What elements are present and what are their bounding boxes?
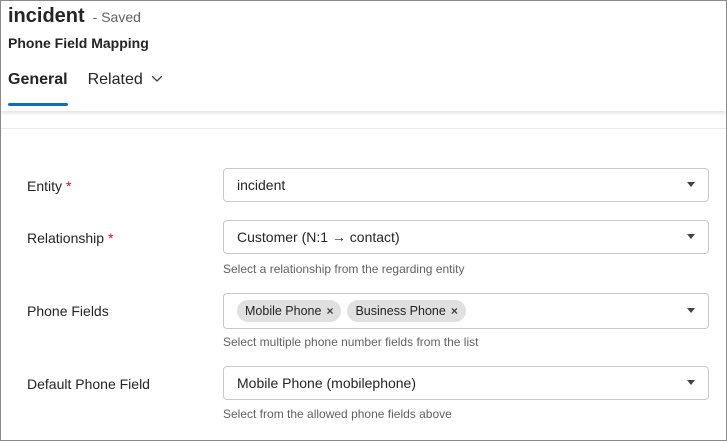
chevron-down-icon	[151, 75, 162, 82]
remove-icon[interactable]: ×	[326, 305, 333, 317]
chip-business-phone: Business Phone ×	[347, 300, 466, 322]
chip-label: Mobile Phone	[245, 304, 322, 318]
title-row: incident - Saved	[8, 5, 141, 28]
remove-icon[interactable]: ×	[451, 305, 458, 317]
phone-fields-label: Phone Fields	[27, 303, 109, 319]
relationship-label-text: Relationship	[27, 230, 105, 246]
relationship-select-value: Customer (N:1 → contact)	[237, 229, 400, 245]
relationship-select[interactable]: Customer (N:1 → contact)	[223, 220, 709, 254]
phone-fields-chips: Mobile Phone × Business Phone ×	[237, 300, 466, 322]
caret-down-icon	[687, 234, 695, 239]
caret-down-icon	[687, 308, 695, 313]
tab-general-label: General	[8, 71, 68, 88]
tab-general[interactable]: General	[8, 67, 68, 107]
entity-label: Entity *	[27, 178, 71, 194]
relationship-label: Relationship *	[27, 230, 114, 246]
caret-down-icon	[687, 182, 695, 187]
phone-fields-multiselect[interactable]: Mobile Phone × Business Phone ×	[223, 293, 709, 329]
tab-list: General Related	[8, 67, 183, 107]
tab-related-label: Related	[87, 71, 143, 88]
entity-label-text: Entity	[27, 178, 63, 194]
entity-select[interactable]: incident	[223, 168, 709, 202]
default-phone-field-label: Default Phone Field	[27, 376, 150, 392]
phone-fields-helper: Select multiple phone number fields from…	[223, 335, 479, 349]
form-name: Phone Field Mapping	[8, 35, 149, 51]
caret-down-icon	[687, 380, 695, 385]
default-phone-field-helper: Select from the allowed phone fields abo…	[223, 407, 452, 421]
default-phone-field-select[interactable]: Mobile Phone (mobilephone)	[223, 366, 709, 400]
record-title: incident	[8, 5, 85, 27]
relationship-helper: Select a relationship from the regarding…	[223, 262, 465, 276]
entity-required-mark: *	[66, 178, 72, 194]
chip-mobile-phone: Mobile Phone ×	[237, 300, 342, 322]
section-divider	[1, 128, 726, 129]
entity-select-value: incident	[237, 177, 286, 193]
default-phone-field-value: Mobile Phone (mobilephone)	[237, 375, 416, 391]
form-window: incident - Saved Phone Field Mapping Gen…	[0, 0, 727, 441]
form-header: incident - Saved Phone Field Mapping Gen…	[1, 1, 726, 111]
chip-label: Business Phone	[355, 304, 446, 318]
tab-related[interactable]: Related	[88, 67, 163, 107]
save-status: - Saved	[92, 9, 141, 25]
relationship-required-mark: *	[108, 230, 114, 246]
